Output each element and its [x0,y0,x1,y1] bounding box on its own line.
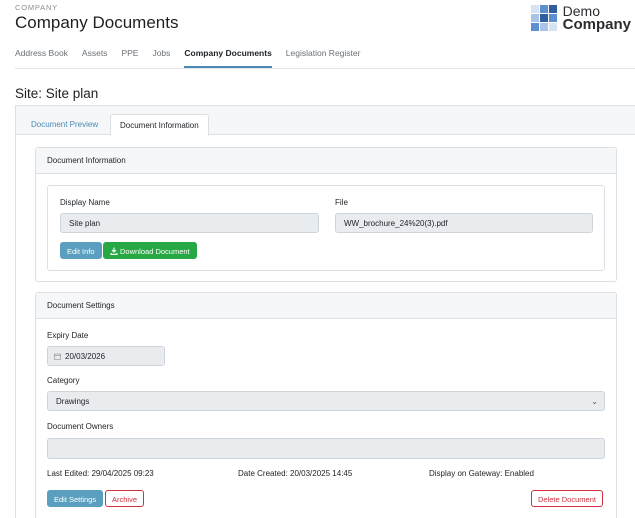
nav-tab-ppe[interactable]: PPE [121,48,138,68]
nav-tab-jobs[interactable]: Jobs [152,48,170,68]
card-header-document-settings: Document Settings [36,293,616,319]
document-tab-panel: Document Preview Document Information Do… [15,105,635,518]
date-created-text: Date Created: 20/03/2025 14:45 [238,469,353,478]
page-title: Site: Site plan [15,86,99,101]
archive-button[interactable]: Archive [105,490,145,507]
nav-tab-assets[interactable]: Assets [82,48,108,68]
nav-tab-legislation-register[interactable]: Legislation Register [286,48,361,68]
page-header-title: Company Documents [15,13,179,32]
file-field: WW_brochure_24%20(3).pdf [335,213,593,233]
document-information-box: Display Name Site plan File WW_brochure_… [47,185,605,271]
edit-info-button[interactable]: Edit Info [60,242,102,259]
display-name-label: Display Name [60,198,110,207]
card-header-document-information: Document Information [36,148,616,174]
tab-document-information[interactable]: Document Information [110,114,209,136]
gateway-status-text: Display on Gateway: Enabled [429,469,534,478]
document-tab-strip: Document Preview Document Information [16,106,635,136]
last-edited-text: Last Edited: 29/04/2025 09:23 [47,469,154,478]
download-icon [110,247,118,255]
edit-settings-button[interactable]: Edit Settings [47,490,104,507]
logo-text-line2: Company [562,16,631,33]
nav-tab-address-book[interactable]: Address Book [15,48,68,68]
download-document-button[interactable]: Download Document [103,242,197,259]
logo-mark-icon [530,5,557,31]
category-value: Drawings [56,397,90,406]
category-label: Category [47,376,80,385]
company-logo: Demo Company [530,4,631,33]
expiry-date-field[interactable]: 20/03/2026 [47,346,165,366]
document-information-card: Document Information Display Name Site p… [35,147,617,282]
document-owners-field[interactable] [47,438,605,459]
tab-document-preview[interactable]: Document Preview [22,114,107,136]
nav-divider [15,68,635,69]
display-name-field: Site plan [60,213,319,233]
main-nav: Address Book Assets PPE Jobs Company Doc… [15,48,374,68]
page-eyebrow: COMPANY [15,3,58,12]
nav-tab-company-documents[interactable]: Company Documents [184,48,273,68]
category-select[interactable]: Drawings ⌄ [47,391,605,411]
file-label: File [335,198,348,207]
document-owners-label: Document Owners [47,422,114,431]
download-document-label: Download Document [120,246,190,256]
delete-document-button[interactable]: Delete Document [531,490,603,507]
document-settings-card: Document Settings Expiry Date 20/03/2026… [35,292,617,518]
calendar-icon [54,353,61,360]
expiry-date-value: 20/03/2026 [65,352,106,361]
expiry-date-label: Expiry Date [47,331,89,340]
chevron-down-icon: ⌄ [591,397,598,406]
